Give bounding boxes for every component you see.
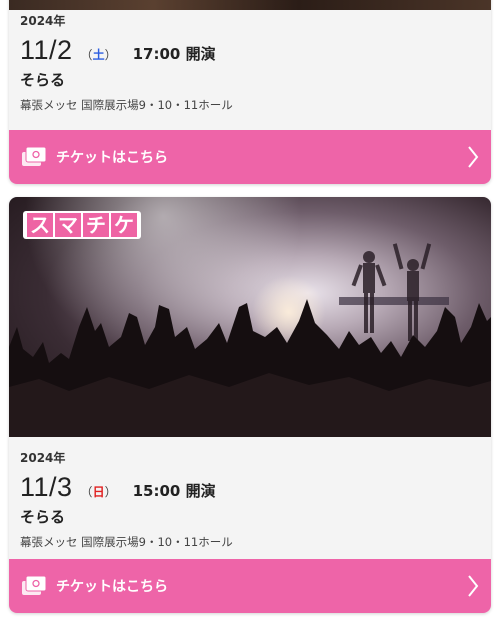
chevron-right-icon (468, 146, 479, 168)
ticket-icon (22, 575, 47, 595)
ticket-button-label: チケットはこちら (56, 579, 168, 595)
ticket-button[interactable]: チケットはこちら (9, 130, 491, 184)
event-card: 2024年 11/2 （土） 17:00 開演 そらる 幕張メッセ 国際展示場9… (9, 0, 491, 184)
event-date: 11/2 (20, 35, 73, 65)
event-start-time: 17:00 開演 (132, 45, 216, 63)
event-year: 2024年 (20, 451, 66, 465)
event-year: 2024年 (20, 14, 66, 28)
event-venue: 幕張メッセ 国際展示場9・10・11ホール (20, 98, 233, 112)
event-start-time: 15:00 開演 (132, 482, 216, 500)
event-date: 11/3 (20, 472, 73, 502)
event-venue: 幕張メッセ 国際展示場9・10・11ホール (20, 535, 233, 549)
event-day-of-week: （日） (80, 485, 117, 499)
event-photo: スマチケ (9, 197, 491, 437)
event-artist: そらる (20, 71, 66, 89)
ticket-button[interactable]: チケットはこちら (9, 559, 491, 613)
event-photo (9, 0, 491, 10)
event-day-of-week: （土） (80, 48, 117, 62)
brand-logo: スマチケ (23, 211, 141, 239)
ticket-button-label: チケットはこちら (56, 150, 168, 166)
ticket-icon (22, 146, 47, 166)
crowd-silhouette (9, 299, 491, 437)
event-card: スマチケ 2024年 11/3 （日） 15:00 開演 そらる 幕張メッセ 国… (9, 197, 491, 613)
chevron-right-icon (468, 575, 479, 597)
event-artist: そらる (20, 508, 66, 526)
